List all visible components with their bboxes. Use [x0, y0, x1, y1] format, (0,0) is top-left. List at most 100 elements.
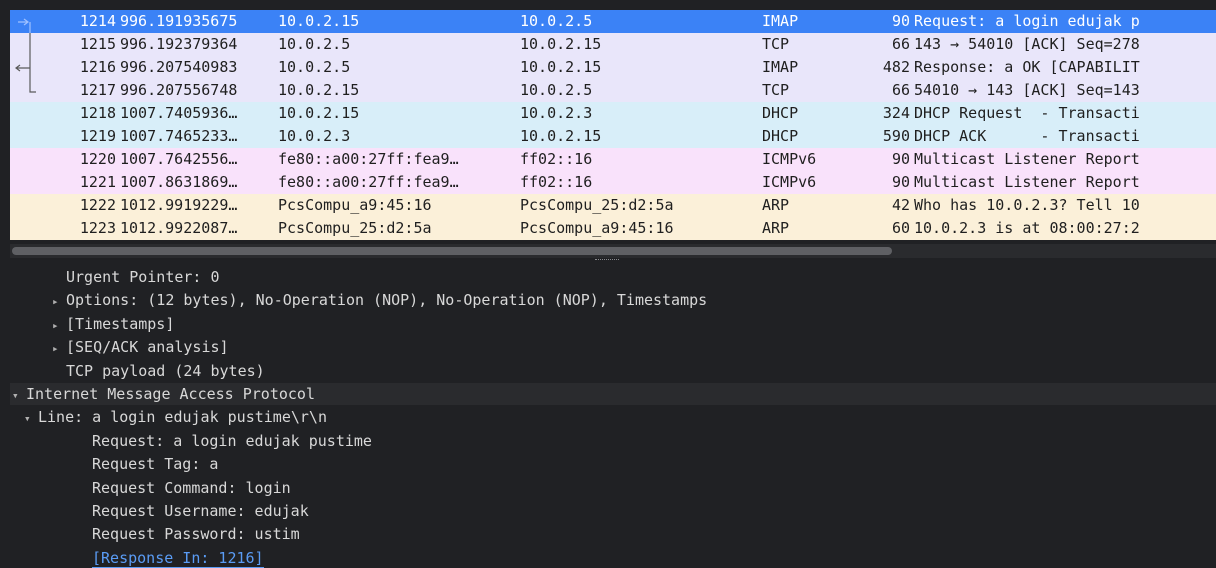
splitter-grip-icon[interactable] — [595, 259, 619, 262]
packet-source-cell: 10.0.2.3 — [278, 127, 351, 145]
tcp-options-node[interactable]: ▸ Options: (12 bytes), No-Operation (NOP)… — [10, 289, 707, 311]
field-label: Request Password: ustim — [92, 525, 300, 544]
packet-protocol-cell: ICMPv6 — [762, 150, 817, 168]
imap-request-password-field[interactable]: Request Password: ustim — [10, 523, 300, 545]
packet-info-cell: Response: a OK [CAPABILIT — [914, 58, 1140, 76]
packet-length-cell: 90 — [891, 150, 910, 168]
packet-info-cell: 54010 → 143 [ACK] Seq=143 — [914, 81, 1140, 99]
packet-row[interactable]: 1216 996.207540983 10.0.2.5 10.0.2.15 IMAP 48… — [10, 56, 1216, 79]
packet-number-cell: 1218 — [79, 104, 116, 122]
field-label: Request Username: edujak — [92, 502, 309, 520]
packet-protocol-cell: ARP — [762, 196, 790, 214]
packet-source-cell: 10.0.2.5 — [278, 58, 351, 76]
packet-row[interactable]: 1219 1007.7465233… 10.0.2.3 10.0.2.15 DHCP 59… — [10, 125, 1216, 148]
packet-source-cell: 10.0.2.15 — [278, 104, 360, 122]
packet-destination-cell: 10.0.2.15 — [520, 35, 602, 53]
packet-time-cell: 1012.9922087… — [120, 219, 238, 237]
timestamps-node[interactable]: ▸ [Timestamps] — [10, 313, 174, 335]
packet-info-cell: 143 → 54010 [ACK] Seq=278 — [914, 35, 1140, 53]
packet-protocol-cell: IMAP — [762, 58, 799, 76]
packet-row[interactable]: 1220 1007.7642556… fe80::a00:27ff:fea9… ff0… — [10, 148, 1216, 171]
imap-request-command-field[interactable]: Request Command: login — [10, 477, 291, 499]
packet-source-cell: 10.0.2.5 — [278, 35, 351, 53]
packet-destination-cell: 10.0.2.15 — [520, 58, 602, 76]
imap-request-tag-field[interactable]: Request Tag: a — [10, 453, 218, 475]
packet-destination-cell: ff02::16 — [520, 150, 593, 168]
field-label: Urgent Pointer: 0 — [66, 268, 220, 286]
packet-length-cell: 90 — [891, 12, 910, 30]
packet-row[interactable]: 1218 1007.7405936… 10.0.2.15 10.0.2.3 DHCP 32… — [10, 102, 1216, 125]
packet-info-cell: DHCP Request - Transacti — [914, 104, 1140, 122]
imap-line-node[interactable]: ▾ Line: a login edujak pustime\r\n — [10, 406, 327, 428]
packet-protocol-cell: ARP — [762, 219, 790, 237]
packet-source-cell: 10.0.2.15 — [278, 81, 360, 99]
packet-destination-cell: 10.0.2.5 — [520, 12, 593, 30]
packet-number-cell: 1222 — [79, 196, 116, 214]
expanded-chevron-icon[interactable]: ▾ — [24, 408, 38, 430]
packet-list-horizontal-scrollbar[interactable] — [10, 244, 1216, 258]
packet-length-cell: 590 — [882, 127, 910, 145]
seq-ack-analysis-node[interactable]: ▸ [SEQ/ACK analysis] — [10, 336, 229, 358]
packet-row[interactable]: 1217 996.207556748 10.0.2.15 10.0.2.5 TCP 66 5… — [10, 79, 1216, 102]
imap-request-field[interactable]: Request: a login edujak pustime — [10, 430, 372, 452]
packet-list[interactable]: 1214 996.191935675 10.0.2.15 10.0.2.5 IMAP 90… — [10, 10, 1216, 240]
packet-number-cell: 1217 — [79, 81, 116, 99]
collapsed-chevron-icon[interactable]: ▸ — [52, 291, 66, 313]
packet-info-cell: Multicast Listener Report — [914, 173, 1140, 191]
imap-request-username-field[interactable]: Request Username: edujak — [10, 500, 309, 522]
packet-row-selected[interactable]: 1214 996.191935675 10.0.2.15 10.0.2.5 IMAP 90… — [10, 10, 1216, 33]
tcp-payload-field[interactable]: TCP payload (24 bytes) — [10, 360, 265, 382]
packet-number-cell: 1219 — [79, 127, 116, 145]
packet-length-cell: 66 — [891, 81, 910, 99]
packet-info-cell: 10.0.2.3 is at 08:00:27:2 — [914, 219, 1140, 237]
packet-source-cell: PcsCompu_a9:45:16 — [278, 196, 432, 214]
conversation-line-icon — [29, 33, 31, 56]
field-label: Internet Message Access Protocol — [26, 385, 315, 403]
collapsed-chevron-icon[interactable]: ▸ — [52, 338, 66, 360]
packet-length-cell: 90 — [891, 173, 910, 191]
urgent-pointer-field[interactable]: Urgent Pointer: 0 — [10, 266, 220, 288]
packet-time-cell: 996.192379364 — [120, 35, 238, 53]
field-label: Line: a login edujak pustime\r\n — [38, 408, 327, 427]
packet-number-cell: 1220 — [79, 150, 116, 168]
imap-protocol-node[interactable]: ▾ Internet Message Access Protocol — [10, 383, 1216, 405]
packet-time-cell: 996.207556748 — [120, 81, 238, 99]
field-label: Request: a login edujak pustime — [92, 431, 372, 450]
packet-row[interactable]: 1223 1012.9922087… PcsCompu_25:d2:5a PcsCom… — [10, 217, 1216, 240]
packet-source-cell: fe80::a00:27ff:fea9… — [278, 173, 459, 191]
packet-length-cell: 324 — [882, 104, 910, 122]
packet-info-cell: Multicast Listener Report — [914, 150, 1140, 168]
collapsed-chevron-icon[interactable]: ▸ — [52, 315, 66, 337]
request-arrow-icon — [18, 18, 31, 33]
scrollbar-thumb[interactable] — [12, 247, 892, 255]
field-label: Request Command: login — [92, 478, 291, 497]
conversation-end-icon — [29, 79, 36, 93]
packet-protocol-cell: DHCP — [762, 104, 799, 122]
response-arrow-icon — [15, 56, 31, 79]
packet-number-cell: 1221 — [79, 173, 116, 191]
packet-details-tree[interactable]: Urgent Pointer: 0 ▸ Options: (12 bytes), N… — [10, 264, 1216, 568]
expanded-chevron-icon[interactable]: ▾ — [12, 385, 26, 407]
packet-protocol-cell: DHCP — [762, 127, 799, 145]
packet-info-cell: DHCP ACK - Transacti — [914, 127, 1140, 145]
packet-time-cell: 1007.7465233… — [120, 127, 238, 145]
field-label: Request Tag: a — [92, 455, 219, 474]
field-label: [Timestamps] — [66, 314, 175, 333]
packet-length-cell: 482 — [882, 58, 910, 76]
packet-protocol-cell: TCP — [762, 35, 790, 53]
response-in-link[interactable]: [Response In: 1216] — [10, 547, 264, 568]
packet-info-cell: Who has 10.0.2.3? Tell 10 — [914, 196, 1140, 214]
packet-time-cell: 1007.7405936… — [120, 104, 238, 122]
packet-destination-cell: 10.0.2.15 — [520, 127, 602, 145]
packet-source-cell: fe80::a00:27ff:fea9… — [278, 150, 459, 168]
packet-row[interactable]: 1222 1012.9919229… PcsCompu_a9:45:16 PcsCom… — [10, 194, 1216, 217]
link-label[interactable]: [Response In: 1216] — [92, 548, 264, 568]
packet-time-cell: 1007.8631869… — [120, 173, 238, 191]
field-label: [SEQ/ACK analysis] — [66, 338, 229, 357]
packet-source-cell: PcsCompu_25:d2:5a — [278, 219, 432, 237]
packet-row[interactable]: 1215 996.192379364 10.0.2.5 10.0.2.15 TCP 66 1… — [10, 33, 1216, 56]
packet-number-cell: 1223 — [79, 219, 116, 237]
packet-info-cell: Request: a login edujak p — [914, 12, 1140, 30]
packet-row[interactable]: 1221 1007.8631869… fe80::a00:27ff:fea9… ff0… — [10, 171, 1216, 194]
packet-length-cell: 60 — [891, 219, 910, 237]
